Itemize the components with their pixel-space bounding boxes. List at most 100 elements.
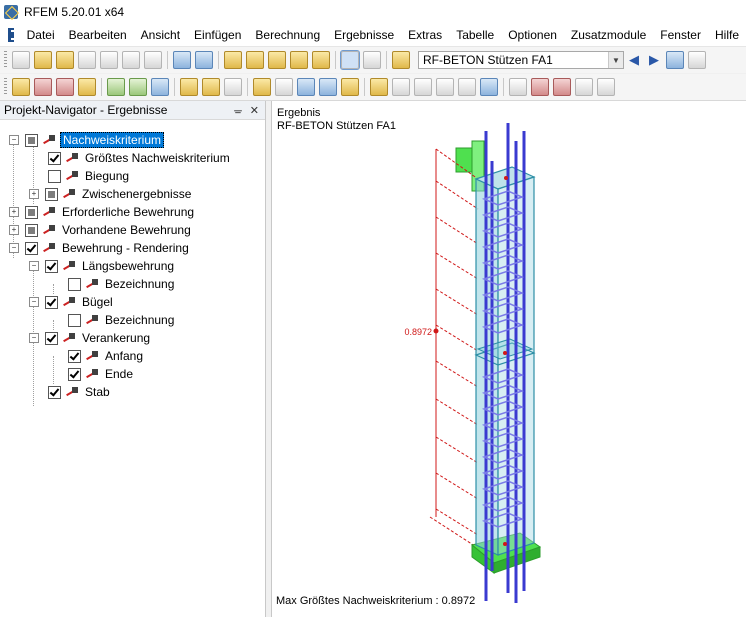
toolbar-grip[interactable]: [4, 51, 7, 69]
load-member-icon[interactable]: [202, 78, 220, 96]
result-values-icon[interactable]: [666, 51, 684, 69]
tree-item-stab[interactable]: Stab: [48, 383, 112, 401]
grid-icon[interactable]: [224, 78, 242, 96]
graphics-view[interactable]: Ergebnis RF-BETON Stützen FA1 0.8972 Max…: [271, 101, 746, 617]
print-graphic-icon[interactable]: [144, 51, 162, 69]
open-project-icon[interactable]: [56, 51, 74, 69]
draw-member-icon[interactable]: [56, 78, 74, 96]
menu-datei[interactable]: Datei: [20, 28, 62, 42]
checkbox[interactable]: [68, 277, 81, 291]
support-icon[interactable]: [107, 78, 125, 96]
dimension-icon[interactable]: [78, 78, 96, 96]
save-icon[interactable]: [78, 51, 96, 69]
checkbox[interactable]: [45, 331, 58, 345]
result-scale-icon[interactable]: [688, 51, 706, 69]
menu-ansicht[interactable]: Ansicht: [134, 28, 187, 42]
checkbox[interactable]: [25, 205, 38, 219]
tree-item-groesstes-nachweiskriterium[interactable]: Größtes Nachweiskriterium: [48, 149, 232, 167]
toolbar-grip[interactable]: [4, 78, 7, 96]
tree-item-zwischenergebnisse[interactable]: + Zwischenergebnisse: [29, 185, 193, 203]
results-icon[interactable]: [312, 51, 330, 69]
load-case-combo[interactable]: RF-BETON Stützen FA1 ▼: [418, 51, 624, 69]
menu-fenster[interactable]: Fenster: [653, 28, 708, 42]
select-node-icon[interactable]: [12, 78, 30, 96]
menu-einfuegen[interactable]: Einfügen: [187, 28, 248, 42]
checkbox[interactable]: [25, 133, 38, 147]
menu-ergebnisse[interactable]: Ergebnisse: [327, 28, 401, 42]
tree-item-verankerung[interactable]: − Verankerung: [29, 329, 152, 347]
tree-item-anfang[interactable]: Anfang: [68, 347, 145, 365]
checkbox[interactable]: [68, 367, 81, 381]
pin-icon[interactable]: ᚚ: [234, 104, 242, 117]
collapse-icon[interactable]: −: [9, 243, 19, 253]
table-view-icon[interactable]: [340, 50, 360, 70]
expand-icon[interactable]: +: [9, 225, 19, 235]
checkbox[interactable]: [48, 151, 61, 165]
menu-tabelle[interactable]: Tabelle: [449, 28, 501, 42]
view-top-icon[interactable]: [458, 78, 476, 96]
menu-berechnung[interactable]: Berechnung: [248, 28, 327, 42]
print-icon[interactable]: [122, 51, 140, 69]
tree-item-bezeichnung-laengs[interactable]: Bezeichnung: [68, 275, 176, 293]
close-icon[interactable]: ✕: [250, 104, 259, 117]
open-file-icon[interactable]: [34, 51, 52, 69]
checkbox[interactable]: [68, 313, 81, 327]
calculate-icon[interactable]: [290, 51, 308, 69]
collapse-icon[interactable]: −: [29, 297, 39, 307]
zoom-window-icon[interactable]: [531, 78, 549, 96]
next-case-icon[interactable]: ▶: [647, 52, 661, 68]
menu-bearbeiten[interactable]: Bearbeiten: [62, 28, 134, 42]
collapse-icon[interactable]: −: [9, 135, 19, 145]
load-icon[interactable]: [180, 78, 198, 96]
checkbox[interactable]: [68, 349, 81, 363]
section-icon[interactable]: [370, 78, 388, 96]
menu-extras[interactable]: Extras: [401, 28, 449, 42]
view-iso-icon[interactable]: [392, 78, 410, 96]
checkbox[interactable]: [45, 295, 58, 309]
tree-item-erforderliche-bewehrung[interactable]: + Erforderliche Bewehrung: [9, 203, 196, 221]
draw-line-icon[interactable]: [34, 78, 52, 96]
collapse-icon[interactable]: −: [29, 333, 39, 343]
model-check-icon[interactable]: [268, 51, 286, 69]
solid-view-icon[interactable]: [319, 78, 337, 96]
expand-icon[interactable]: +: [29, 189, 39, 199]
menu-optionen[interactable]: Optionen: [501, 28, 564, 42]
view-front-icon[interactable]: [414, 78, 432, 96]
zoom-all-icon[interactable]: [509, 78, 527, 96]
checkbox[interactable]: [48, 169, 61, 183]
menu-zusatzmodule[interactable]: Zusatzmodule: [564, 28, 653, 42]
menu-hilfe[interactable]: Hilfe: [708, 28, 746, 42]
chevron-down-icon[interactable]: ▼: [608, 52, 623, 68]
tree-item-vorhandene-bewehrung[interactable]: + Vorhandene Bewehrung: [9, 221, 193, 239]
tree-item-ende[interactable]: Ende: [68, 365, 135, 383]
tree-item-nachweiskriterium[interactable]: − Nachweiskriterium: [9, 131, 165, 149]
panel-view-icon[interactable]: [363, 51, 381, 69]
collapse-icon[interactable]: −: [29, 261, 39, 271]
box-view-icon[interactable]: [597, 78, 615, 96]
previous-case-icon[interactable]: ◀: [627, 52, 641, 68]
checkbox[interactable]: [25, 241, 38, 255]
surface-icon[interactable]: [151, 78, 169, 96]
load-case-icon[interactable]: [392, 51, 410, 69]
checkbox[interactable]: [45, 259, 58, 273]
save-all-icon[interactable]: [100, 51, 118, 69]
checkbox[interactable]: [45, 187, 58, 201]
tree-item-laengsbewehrung[interactable]: − Längsbewehrung: [29, 257, 176, 275]
view-options-icon[interactable]: [480, 78, 498, 96]
tree-item-bezeichnung-buegel[interactable]: Bezeichnung: [68, 311, 176, 329]
move-icon[interactable]: [297, 78, 315, 96]
checkbox[interactable]: [48, 385, 61, 399]
hinge-icon[interactable]: [129, 78, 147, 96]
frame-icon[interactable]: [275, 78, 293, 96]
zoom-out-icon[interactable]: [553, 78, 571, 96]
tree-item-biegung[interactable]: Biegung: [48, 167, 131, 185]
system-menu-icon[interactable]: [8, 28, 23, 42]
undo-icon[interactable]: [173, 51, 191, 69]
tree-item-bewehrung-rendering[interactable]: − Bewehrung - Rendering: [9, 239, 191, 257]
isometric-icon[interactable]: [575, 78, 593, 96]
view-side-icon[interactable]: [436, 78, 454, 96]
search-icon[interactable]: [246, 51, 264, 69]
checkbox[interactable]: [25, 223, 38, 237]
new-file-icon[interactable]: [12, 51, 30, 69]
expand-icon[interactable]: +: [9, 207, 19, 217]
